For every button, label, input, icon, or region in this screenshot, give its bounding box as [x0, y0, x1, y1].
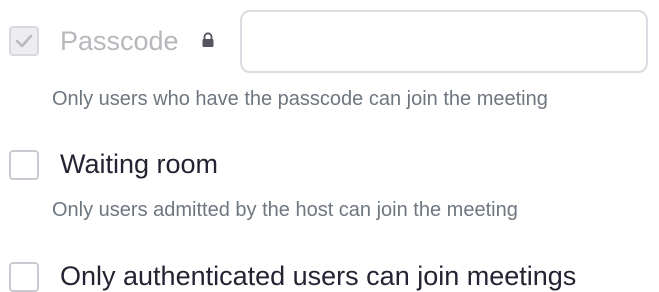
authenticated-users-checkbox[interactable]: [9, 262, 39, 292]
checkmark-icon: [15, 34, 33, 48]
passcode-label: Passcode: [60, 26, 179, 56]
passcode-description: Only users who have the passcode can joi…: [52, 88, 548, 110]
passcode-input[interactable]: [240, 10, 648, 73]
authenticated-users-label: Only authenticated users can join meetin…: [60, 261, 577, 291]
waiting-room-description: Only users admitted by the host can join…: [52, 199, 518, 221]
lock-icon: [202, 32, 214, 47]
waiting-room-checkbox[interactable]: [9, 150, 39, 180]
passcode-checkbox[interactable]: [9, 26, 39, 56]
waiting-room-label: Waiting room: [60, 149, 219, 179]
